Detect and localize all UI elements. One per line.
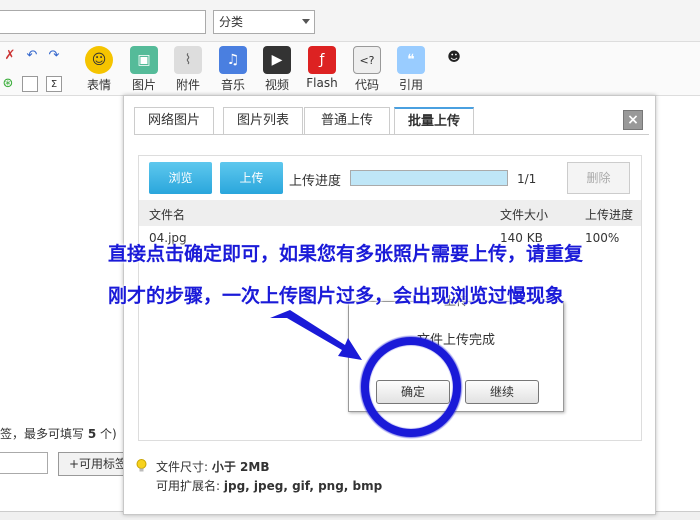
pointer-arrow [270,310,362,360]
highlight-circle [359,335,463,439]
annotation-line-1: 直接点击确定即可，如果您有多张照片需要上传，请重复 [108,243,584,265]
annotation-line-2: 刚才的步骤，一次上传图片过多，会出现浏览过慢现象 [108,285,565,307]
